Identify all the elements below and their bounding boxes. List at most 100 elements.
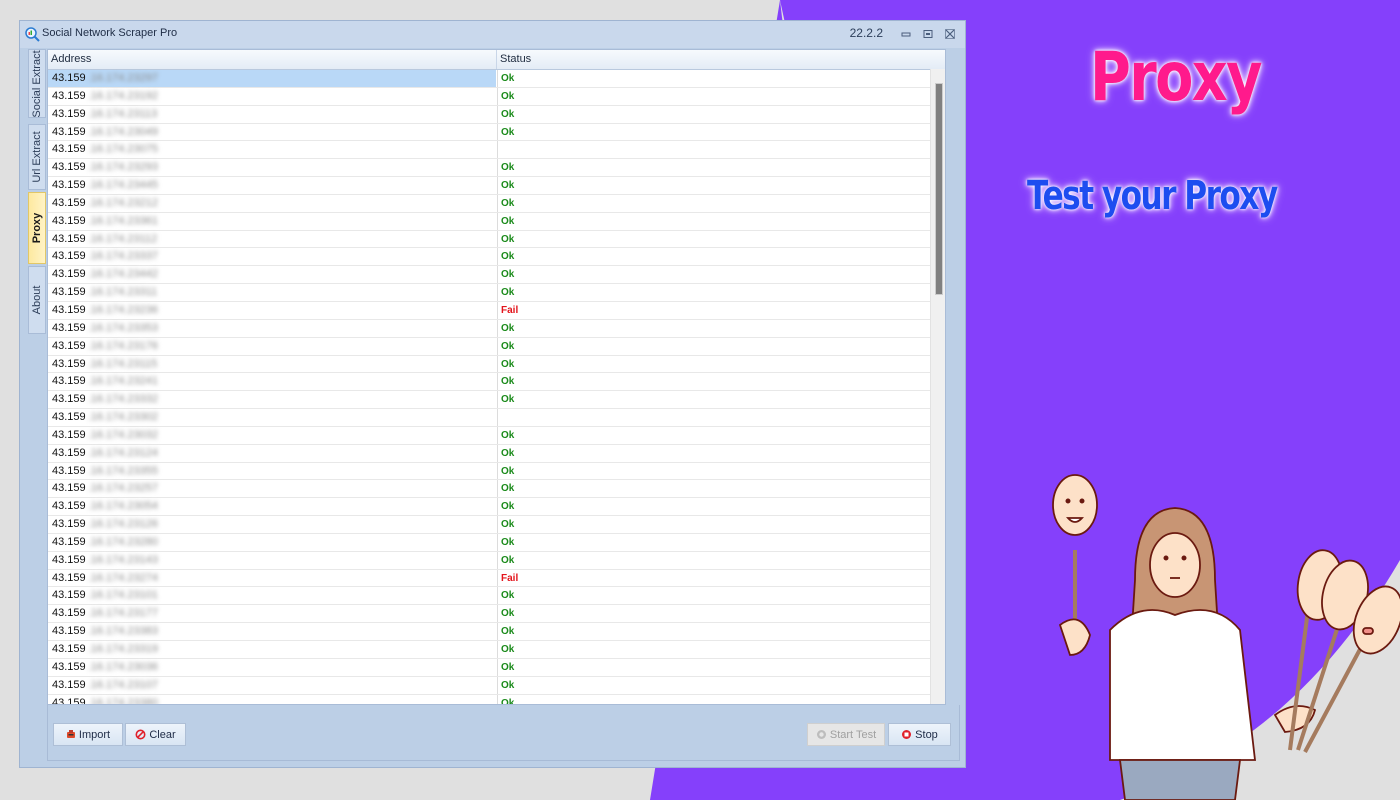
address-cell: 43.159.16.174.23302: [48, 409, 496, 426]
table-row[interactable]: 43.159.16.174.23112 Ok: [48, 230, 945, 249]
table-row[interactable]: 43.159.16.174.23353 Ok: [48, 319, 945, 338]
grid-rows: 43.159.16.174.23297 Ok 43.159.16.174.23192…: [48, 70, 945, 704]
address-blurred: .16.174.23241: [87, 375, 159, 388]
table-row[interactable]: 43.159.16.174.23212 Ok: [48, 194, 945, 213]
table-row[interactable]: 43.159.16.174.23280 Ok: [48, 533, 945, 552]
table-row[interactable]: 43.159.16.174.23383 Ok: [48, 623, 945, 641]
table-row[interactable]: 43.159.16.174.23113 Ok: [48, 105, 945, 124]
status-cell: Ok: [497, 159, 945, 177]
table-row[interactable]: 43.159.16.174.23442 Ok: [48, 266, 945, 285]
import-button[interactable]: Import: [53, 723, 123, 746]
address-blurred: .16.174.23337: [87, 250, 159, 263]
table-row[interactable]: 43.159.16.174.23124 Ok: [48, 444, 945, 463]
address-blurred: .16.174.23383: [87, 625, 159, 638]
table-row[interactable]: 43.159.16.174.23311 Ok: [48, 284, 945, 302]
address-cell: 43.159.16.174.23075: [48, 141, 496, 158]
address-cell: 43.159.16.174.23337: [48, 248, 496, 265]
table-row[interactable]: 43.159.16.174.23274 Fail: [48, 569, 945, 588]
tab-label: Url Extract: [31, 131, 43, 183]
address-blurred: .16.174.23049: [87, 125, 159, 138]
address-prefix: 43.159: [52, 607, 86, 620]
table-row[interactable]: 43.159.16.174.23036 Ok: [48, 658, 945, 677]
table-row[interactable]: 43.159.16.174.23297 Ok: [48, 70, 945, 88]
table-row[interactable]: 43.159.16.174.23126 Ok: [48, 516, 945, 534]
address-cell: 43.159.16.174.23442: [48, 266, 496, 283]
table-row[interactable]: 43.159.16.174.23054 Ok: [48, 498, 945, 517]
column-header-address[interactable]: Address: [48, 50, 497, 69]
tab-label: Proxy: [31, 212, 43, 244]
start-icon: [816, 730, 826, 739]
address-prefix: 43.159: [52, 625, 86, 638]
address-blurred: .16.174.23075: [87, 143, 159, 156]
tab-proxy[interactable]: Proxy: [28, 192, 46, 264]
clear-button[interactable]: Clear: [125, 723, 186, 746]
address-cell: 43.159.16.174.23445: [48, 177, 496, 194]
address-cell: 43.159.16.174.23311: [48, 284, 496, 301]
table-row[interactable]: 43.159.16.174.23361 Ok: [48, 212, 945, 231]
tab-url-extract[interactable]: Url Extract: [28, 124, 46, 190]
address-blurred: .16.174.23274: [87, 571, 159, 584]
table-row[interactable]: 43.159.16.174.23176 Ok: [48, 337, 945, 356]
status-cell: Ok: [497, 337, 945, 355]
minimize-icon[interactable]: [901, 29, 911, 39]
table-row[interactable]: 43.159.16.174.23319 Ok: [48, 641, 945, 659]
tab-about[interactable]: About: [28, 266, 46, 334]
status-cell: [497, 141, 945, 159]
address-prefix: 43.159: [52, 303, 86, 316]
table-row[interactable]: 43.159.16.174.23075: [48, 141, 945, 160]
table-row[interactable]: 43.159.16.174.23177 Ok: [48, 605, 945, 624]
status-cell: Ok: [497, 462, 945, 480]
address-cell: 43.159.16.174.23257: [48, 480, 496, 497]
table-row[interactable]: 43.159.16.174.23032 Ok: [48, 426, 945, 445]
address-cell: 43.159.16.174.23361: [48, 213, 496, 230]
start-test-label: Start Test: [829, 728, 877, 741]
restore-icon[interactable]: [923, 29, 933, 39]
table-row[interactable]: 43.159.16.174.23380 Ok: [48, 694, 945, 704]
status-cell: Ok: [497, 87, 945, 105]
address-blurred: .16.174.23143: [87, 553, 159, 566]
status-cell: Ok: [497, 319, 945, 337]
tab-social-extract[interactable]: Social Extract: [28, 49, 46, 118]
table-row[interactable]: 43.159.16.174.23107 Ok: [48, 676, 945, 695]
table-row[interactable]: 43.159.16.174.23101 Ok: [48, 587, 945, 606]
address-blurred: .16.174.23101: [87, 589, 159, 602]
table-row[interactable]: 43.159.16.174.23257 Ok: [48, 480, 945, 499]
happy-mask-icon: [1052, 474, 1098, 630]
stop-button[interactable]: Stop: [888, 723, 951, 746]
app-window: Social Network Scraper Pro 22.2.2 Social…: [19, 20, 966, 768]
table-row[interactable]: 43.159.16.174.23337 Ok: [48, 248, 945, 267]
column-header-status[interactable]: Status: [497, 50, 945, 69]
table-row[interactable]: 43.159.16.174.23236 Fail: [48, 301, 945, 320]
table-row[interactable]: 43.159.16.174.23192 Ok: [48, 87, 945, 106]
address-prefix: 43.159: [52, 428, 86, 441]
address-prefix: 43.159: [52, 286, 86, 299]
import-label: Import: [78, 728, 111, 741]
scrollbar-thumb[interactable]: [935, 83, 943, 295]
address-cell: 43.159.16.174.23054: [48, 498, 496, 515]
close-icon[interactable]: [945, 29, 955, 39]
table-row[interactable]: 43.159.16.174.23143 Ok: [48, 551, 945, 570]
address-blurred: .16.174.23297: [87, 72, 159, 84]
status-cell: Fail: [497, 569, 945, 587]
table-row[interactable]: 43.159.16.174.23241 Ok: [48, 373, 945, 392]
proxy-grid: Address Status 43.159.16.174.23297 Ok 43.1…: [47, 49, 946, 705]
address-prefix: 43.159: [52, 143, 86, 156]
table-row[interactable]: 43.159.16.174.23302: [48, 409, 945, 427]
address-prefix: 43.159: [52, 357, 86, 370]
status-cell: Ok: [497, 123, 945, 141]
table-row[interactable]: 43.159.16.174.23115 Ok: [48, 355, 945, 374]
table-row[interactable]: 43.159.16.174.23049 Ok: [48, 123, 945, 142]
table-row[interactable]: 43.159.16.174.23355 Ok: [48, 462, 945, 481]
table-row[interactable]: 43.159.16.174.23445 Ok: [48, 177, 945, 195]
address-cell: 43.159.16.174.23355: [48, 463, 496, 480]
table-row[interactable]: 43.159.16.174.23332 Ok: [48, 391, 945, 410]
table-row[interactable]: 43.159.16.174.23293 Ok: [48, 159, 945, 178]
address-blurred: .16.174.23332: [87, 393, 159, 406]
status-cell: Ok: [497, 70, 945, 87]
address-cell: 43.159.16.174.23241: [48, 373, 496, 390]
start-test-button[interactable]: Start Test: [807, 723, 885, 746]
status-cell: Ok: [497, 605, 945, 623]
address-blurred: .16.174.23257: [87, 482, 159, 495]
clear-icon: [135, 729, 146, 740]
vertical-scrollbar[interactable]: [930, 69, 945, 704]
